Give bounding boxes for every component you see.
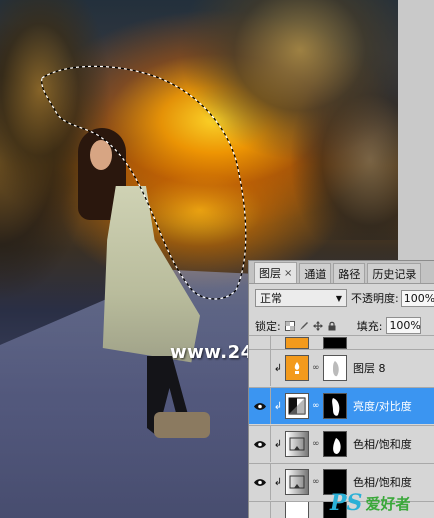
link-icon[interactable]: ∞	[312, 439, 320, 449]
adjustment-thumbnail	[285, 431, 309, 457]
layer-name[interactable]: 色相/饱和度	[353, 436, 412, 452]
clipping-arrow-icon: ↲	[273, 438, 283, 450]
clipping-arrow-icon: ↲	[273, 362, 283, 374]
paint-bucket-icon	[294, 362, 300, 374]
layer-thumbnail	[285, 502, 309, 518]
canvas-background-strip	[398, 0, 434, 270]
clipping-arrow-icon: ↲	[273, 476, 283, 488]
tree-foliage-right	[170, 0, 410, 240]
girl-shoes	[154, 412, 210, 438]
tab-channels[interactable]: 通道	[299, 263, 332, 283]
blend-mode-dropdown[interactable]: 正常 ▼	[255, 289, 347, 307]
layer-thumbnail	[285, 355, 309, 381]
visibility-toggle[interactable]	[249, 464, 271, 500]
layer-name[interactable]: 色相/饱和度	[353, 474, 412, 490]
lock-icon[interactable]	[327, 321, 337, 331]
tab-paths[interactable]: 路径	[333, 263, 366, 283]
adjustment-thumbnail	[285, 469, 309, 495]
adjustment-thumbnail	[285, 393, 309, 419]
visibility-toggle[interactable]	[249, 426, 271, 462]
layer-row[interactable]	[249, 335, 434, 349]
opacity-label: 不透明度:	[351, 292, 399, 305]
fill-label: 填充:	[356, 319, 383, 333]
layer-name[interactable]: 亮度/对比度	[353, 398, 412, 414]
chevron-down-icon: ▼	[335, 293, 342, 303]
tab-history[interactable]: 历史记录	[367, 263, 422, 283]
site-logo-badge: PS 爱好者	[330, 490, 410, 516]
link-icon[interactable]: ∞	[312, 477, 320, 487]
blend-opacity-row: 正常 ▼ 不透明度: 100%	[255, 289, 434, 307]
opacity-value: 100%	[403, 291, 434, 305]
layer-row-hue-saturation[interactable]: ↲ ∞ 色相/饱和度	[249, 425, 434, 462]
close-icon[interactable]: ×	[284, 268, 292, 279]
lock-transparent-pixels-icon[interactable]	[284, 320, 295, 331]
mask-shape	[333, 361, 339, 377]
tab-layers-label: 图层	[259, 267, 281, 280]
visibility-toggle[interactable]	[249, 388, 271, 424]
blend-mode-value: 正常	[260, 292, 282, 305]
link-icon[interactable]: ∞	[312, 363, 320, 373]
layer-mask-thumbnail	[323, 393, 347, 419]
layers-panel: 图层 × 通道 路径 历史记录 正常 ▼ 不透明度: 100% 锁定: 填充: …	[248, 260, 434, 518]
visibility-toggle[interactable]	[249, 502, 271, 518]
visibility-toggle[interactable]	[249, 350, 271, 386]
visibility-toggle[interactable]	[249, 336, 271, 349]
move-icon[interactable]	[312, 320, 323, 331]
brush-icon[interactable]	[299, 321, 309, 331]
hue-saturation-icon	[289, 437, 305, 451]
girl-face	[90, 140, 112, 170]
opacity-input[interactable]: 100%	[400, 289, 434, 307]
layer-row-layer-8[interactable]: ↲ ∞ 图层 8	[249, 349, 434, 386]
clipping-arrow-icon: ↲	[273, 400, 283, 412]
layer-mask-thumbnail	[323, 336, 347, 349]
hue-saturation-icon	[289, 475, 305, 489]
brightness-contrast-icon	[288, 397, 306, 415]
lock-label: 锁定:	[255, 319, 281, 333]
layer-thumbnail	[285, 336, 309, 349]
panel-tab-bar: 图层 × 通道 路径 历史记录	[249, 261, 434, 284]
eye-icon	[253, 478, 266, 486]
tab-history-label: 历史记录	[372, 267, 417, 281]
layer-mask-thumbnail	[323, 355, 347, 381]
tab-channels-label: 通道	[304, 267, 327, 281]
lock-fill-row: 锁定: 填充: 100%	[255, 317, 422, 334]
layer-name[interactable]: 图层 8	[353, 360, 386, 376]
site-badge-text: 爱好者	[365, 494, 411, 513]
layer-mask-thumbnail	[323, 431, 347, 457]
eye-icon	[253, 402, 266, 410]
fill-input[interactable]: 100%	[386, 317, 422, 334]
fill-value: 100%	[389, 319, 421, 332]
link-icon[interactable]: ∞	[312, 401, 320, 411]
mask-shape	[332, 398, 340, 416]
ps-logo: PS	[330, 490, 363, 516]
tab-layers[interactable]: 图层 ×	[254, 262, 298, 283]
layer-row-brightness-contrast[interactable]: ↲ ∞ 亮度/对比度	[249, 387, 434, 424]
mask-shape	[333, 438, 341, 454]
tab-paths-label: 路径	[338, 267, 361, 281]
eye-icon	[253, 440, 266, 448]
